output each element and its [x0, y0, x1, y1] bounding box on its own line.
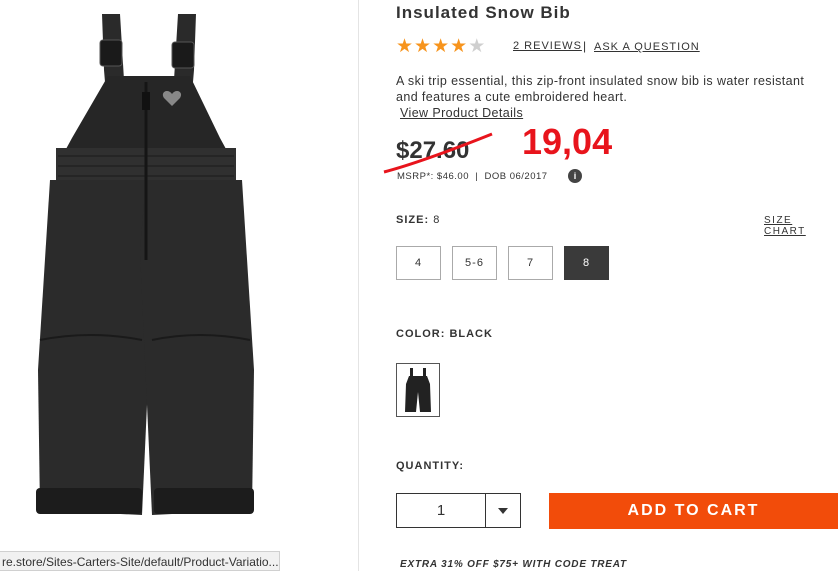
star-filled-icon: ★ — [450, 36, 468, 57]
chevron-down-icon[interactable] — [486, 494, 520, 527]
size-label: SIZE: 8 — [396, 214, 440, 226]
view-details-link[interactable]: View Product Details — [400, 106, 523, 120]
product-description: A ski trip essential, this zip-front ins… — [396, 74, 805, 104]
size-chart-link[interactable]: SIZE CHART — [764, 215, 838, 237]
sale-price: 19,04 — [522, 121, 613, 162]
size-option-5-6[interactable]: 5-6 — [452, 246, 497, 280]
star-filled-icon: ★ — [396, 36, 414, 57]
add-to-cart-button[interactable]: ADD TO CART — [549, 493, 838, 529]
size-option-8[interactable]: 8 — [564, 246, 609, 280]
size-selected-value: 8 — [433, 214, 441, 226]
quantity-label: QUANTITY: — [396, 460, 465, 472]
quantity-select[interactable]: 1 — [396, 493, 521, 528]
swatch-thumbnail — [405, 368, 431, 412]
quantity-value: 1 — [436, 502, 446, 519]
product-title: Insulated Snow Bib — [396, 3, 571, 22]
star-filled-icon: ★ — [432, 36, 450, 57]
promo-text: EXTRA 31% OFF $75+ WITH CODE TREAT — [400, 559, 627, 570]
color-swatch-black[interactable] — [396, 363, 440, 417]
size-label-text: SIZE: — [396, 214, 430, 226]
msrp-line: MSRP*: $46.00 | DOB 06/2017 — [397, 171, 548, 182]
product-image[interactable] — [20, 10, 340, 530]
product-image-panel: re.store/Sites-Carters-Site/default/Prod… — [0, 0, 359, 571]
size-option-7[interactable]: 7 — [508, 246, 553, 280]
link-separator: | — [583, 39, 587, 53]
info-icon[interactable]: i — [568, 169, 582, 183]
star-empty-icon: ★ — [468, 36, 486, 57]
color-label: COLOR: BLACK — [396, 328, 493, 340]
ask-question-link[interactable]: ASK A QUESTION — [594, 41, 700, 53]
reviews-link[interactable]: 2 REVIEWS — [513, 40, 582, 52]
status-url-bar: re.store/Sites-Carters-Site/default/Prod… — [0, 551, 280, 571]
star-rating: ★ ★ ★ ★ ★ — [396, 37, 486, 57]
star-filled-icon: ★ — [414, 36, 432, 57]
size-option-4[interactable]: 4 — [396, 246, 441, 280]
